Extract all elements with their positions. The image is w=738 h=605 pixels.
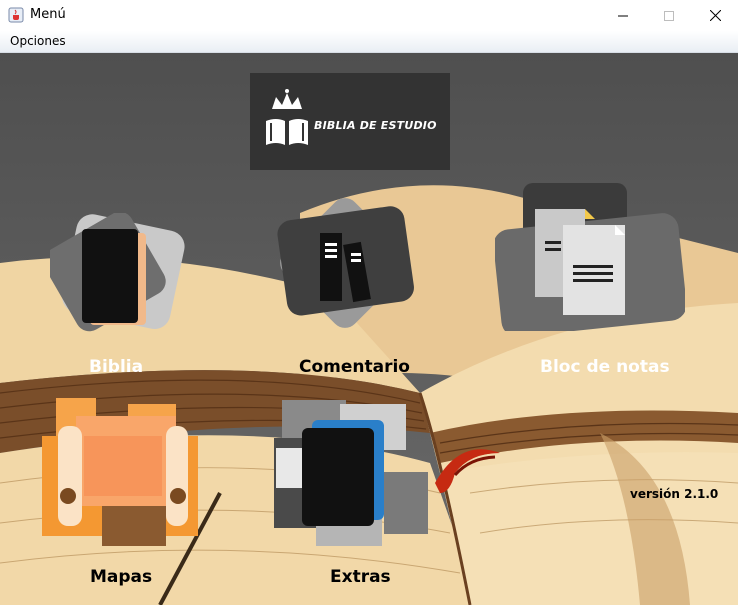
java-cup-icon — [8, 7, 24, 23]
bloc-de-notas-button[interactable] — [493, 181, 687, 337]
title-bar: Menú — [0, 0, 738, 31]
notes-icon — [493, 183, 687, 337]
minimize-button[interactable] — [600, 0, 646, 31]
menu-bar: Opciones — [0, 31, 738, 53]
window-title: Menú — [30, 7, 66, 22]
menu-opciones[interactable]: Opciones — [10, 34, 66, 48]
book-icon — [43, 211, 185, 332]
mapas-label: Mapas — [90, 567, 153, 587]
extras-button[interactable] — [272, 398, 430, 548]
tablet-stack-icon — [274, 400, 428, 546]
main-panel: BIBLIA DE ESTUDIO Biblia Comentario Bloc… — [0, 53, 738, 605]
scroll-map-icon — [42, 398, 198, 546]
minimize-icon — [618, 15, 628, 16]
maximize-button[interactable] — [646, 0, 692, 31]
app-logo: BIBLIA DE ESTUDIO — [250, 73, 450, 170]
biblia-button[interactable] — [43, 211, 185, 333]
books-icon — [277, 198, 414, 328]
close-icon — [709, 10, 721, 21]
comentario-label: Comentario — [299, 357, 410, 377]
comentario-button[interactable] — [270, 193, 420, 343]
bloc-de-notas-label: Bloc de notas — [540, 357, 670, 377]
maximize-icon — [664, 10, 674, 21]
biblia-label: Biblia — [89, 357, 144, 377]
version-label: versión 2.1.0 — [630, 487, 719, 501]
close-button[interactable] — [692, 0, 738, 31]
mapas-button[interactable] — [40, 396, 200, 548]
extras-label: Extras — [330, 567, 391, 587]
logo-text: BIBLIA DE ESTUDIO — [314, 119, 437, 132]
crown-book-icon — [266, 89, 308, 145]
